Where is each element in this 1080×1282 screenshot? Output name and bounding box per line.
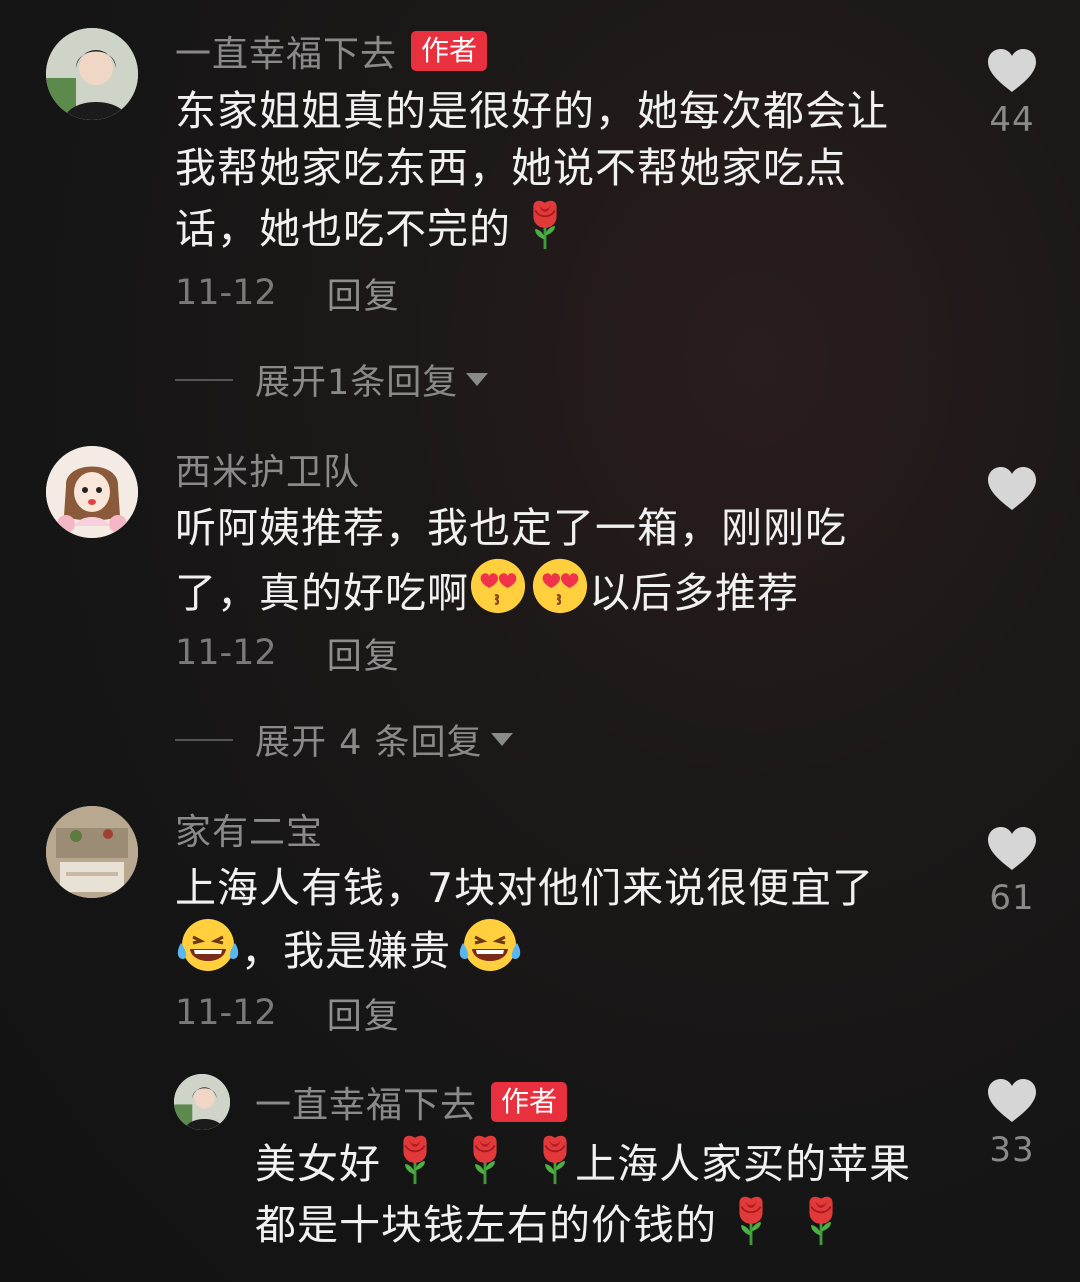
rose-emoji xyxy=(395,1132,435,1186)
comment-header: 一直幸福下去 作者 xyxy=(255,1076,568,1128)
expand-replies-label: 展开1条回复 xyxy=(255,363,459,403)
comment-text-segment: 了，真的好吃啊 xyxy=(175,569,469,617)
username[interactable]: 家有二宝 xyxy=(175,803,323,855)
comment-text-segment: 上海人家买的苹果 xyxy=(575,1140,912,1188)
comment-date: 11-12 xyxy=(175,633,277,673)
username[interactable]: 一直幸福下去 xyxy=(175,25,397,77)
heart-icon xyxy=(986,466,1038,512)
reply-button[interactable]: 回复 xyxy=(327,988,401,1039)
reply-button[interactable]: 回复 xyxy=(327,268,401,319)
comments-screen: 一直幸福下去 作者 东家姐姐真的是很好的，她每次都会让 我帮她家吃东西，她说不帮… xyxy=(0,0,1080,1282)
author-badge: 作者 xyxy=(491,1082,568,1122)
comment-meta: 11-12 回复 xyxy=(175,988,401,1039)
comment-text-line: ，我是嫌贵 xyxy=(175,917,874,980)
avatar[interactable] xyxy=(46,446,138,538)
like-button[interactable]: 44 xyxy=(972,48,1052,140)
divider-line xyxy=(175,378,233,381)
like-count: 33 xyxy=(989,1130,1035,1170)
heart-eyes-emoji xyxy=(469,557,527,615)
heart-icon xyxy=(986,48,1038,94)
heart-icon xyxy=(986,1078,1038,1124)
comment-text-line: 都是十块钱左右的价钱的 xyxy=(255,1193,911,1254)
comment-header: 家有二宝 xyxy=(175,805,323,853)
heart-eyes-emoji xyxy=(531,557,589,615)
like-button[interactable] xyxy=(972,466,1052,518)
comment-meta: 11-12 回复 xyxy=(175,628,401,679)
like-button[interactable]: 33 xyxy=(972,1078,1052,1170)
like-button[interactable]: 61 xyxy=(972,826,1052,918)
expand-replies-button[interactable]: 展开 4 条回复 xyxy=(175,714,513,765)
divider-line xyxy=(175,738,233,741)
comment-text-line: 了，真的好吃啊 以后多推荐 xyxy=(175,557,847,622)
comment-text: 美女好 上海人家买的苹果 都是十块钱左右的价钱的 xyxy=(255,1132,911,1254)
avatar[interactable] xyxy=(46,28,138,120)
tears-of-joy-emoji xyxy=(175,917,241,973)
comment-text-segment: 都是十块钱左右的价钱的 xyxy=(255,1201,717,1249)
author-badge: 作者 xyxy=(411,31,488,71)
rose-emoji xyxy=(731,1193,771,1247)
like-count: 61 xyxy=(989,878,1035,918)
comment-text-line: 东家姐姐真的是很好的，她每次都会让 xyxy=(175,87,889,135)
tears-of-joy-emoji xyxy=(457,917,523,973)
username[interactable]: 西米护卫队 xyxy=(175,443,360,495)
comment-text: 东家姐姐真的是很好的，她每次都会让 我帮她家吃东西，她说不帮她家吃点 话，她也吃… xyxy=(175,83,889,258)
caret-down-icon xyxy=(490,733,513,746)
reply-button[interactable]: 回复 xyxy=(327,628,401,679)
comment-text-line: 美女好 上海人家买的苹果 xyxy=(255,1132,911,1193)
comment-header: 一直幸福下去 作者 xyxy=(175,25,488,77)
comment-text-line: 上海人有钱，7块对他们来说很便宜了 xyxy=(175,864,875,912)
comment-text-segment: 话，她也吃不完的 xyxy=(175,205,511,253)
like-count: 44 xyxy=(989,100,1035,140)
expand-replies-button[interactable]: 展开1条回复 xyxy=(175,354,489,405)
avatar[interactable] xyxy=(174,1074,230,1130)
comment-text: 上海人有钱，7块对他们来说很便宜了 ，我是嫌贵 xyxy=(175,860,874,980)
rose-emoji xyxy=(535,1132,575,1186)
heart-icon xyxy=(986,826,1038,872)
username[interactable]: 一直幸福下去 xyxy=(255,1076,477,1128)
expand-replies-label: 展开 4 条回复 xyxy=(255,723,483,763)
comment-text-segment: 以后多推荐 xyxy=(589,569,799,617)
comment-text-segment: ，我是嫌贵 xyxy=(241,927,451,975)
comment-date: 11-12 xyxy=(175,993,277,1033)
rose-emoji xyxy=(525,197,565,251)
avatar[interactable] xyxy=(46,806,138,898)
caret-down-icon xyxy=(466,373,489,386)
comment-date: 11-12 xyxy=(175,273,277,313)
comment-text: 听阿姨推荐，我也定了一箱，刚刚吃 了，真的好吃啊 以后多推荐 xyxy=(175,500,847,622)
comment-text-line: 听阿姨推荐，我也定了一箱，刚刚吃 xyxy=(175,504,847,552)
comment-text-line: 我帮她家吃东西，她说不帮她家吃点 xyxy=(175,144,847,192)
rose-emoji xyxy=(801,1193,841,1247)
comment-meta: 11-12 回复 xyxy=(175,268,401,319)
comment-header: 西米护卫队 xyxy=(175,445,360,493)
comment-text-line: 话，她也吃不完的 xyxy=(175,197,889,258)
rose-emoji xyxy=(465,1132,505,1186)
comment-text-segment: 美女好 xyxy=(255,1140,381,1188)
